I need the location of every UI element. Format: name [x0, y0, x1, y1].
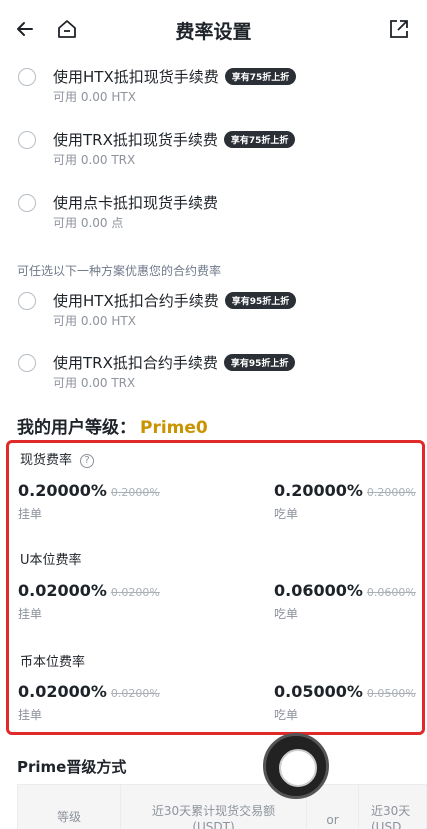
table-header-col4: 近30天 (USD: [371, 804, 411, 829]
radio-button[interactable]: [18, 68, 36, 86]
available-balance: 可用 0.00 点: [53, 216, 124, 230]
maker-label: 挂单: [18, 607, 43, 621]
option-label: 使用HTX抵扣现货手续费: [53, 68, 219, 86]
usdt-taker-rate: 0.06000% 0.0600%: [274, 581, 416, 600]
discount-badge: 享有95折上折: [223, 354, 296, 371]
usdt-maker-rate: 0.02000% 0.0200%: [18, 581, 160, 600]
available-balance: 可用 0.00 TRX: [53, 376, 136, 390]
original-rate: 0.0200%: [110, 586, 160, 599]
prime-level-table: 等级 近30天累计现货交易额 (USDT) or 近30天 (USD: [17, 784, 427, 829]
user-level: 我的用户等级： Prime0: [17, 413, 208, 438]
table-header-level: 等级: [18, 785, 121, 829]
contract-option-htx[interactable]: 使用HTX抵扣合约手续费 享有95折上折 可用 0.00 HTX: [0, 290, 427, 336]
available-balance: 可用 0.00 HTX: [53, 90, 136, 104]
user-level-value: Prime0: [140, 418, 208, 438]
discount-badge: 享有75折上折: [224, 68, 297, 85]
option-label: 使用TRX抵扣合约手续费: [53, 354, 218, 372]
radio-button[interactable]: [18, 354, 36, 372]
fee-rate-panel: 现货费率? 0.20000% 0.2000% 挂单 0.20000% 0.2000%…: [6, 440, 425, 735]
top-bar: 费率设置: [0, 0, 427, 58]
maker-label: 挂单: [18, 507, 43, 521]
original-rate: 0.0500%: [366, 687, 416, 700]
original-rate: 0.0600%: [366, 586, 416, 599]
discount-badge: 享有95折上折: [224, 292, 297, 309]
spot-option-point-card[interactable]: 使用点卡抵扣现货手续费 可用 0.00 点: [0, 192, 427, 238]
taker-label: 吃单: [274, 607, 299, 621]
spot-fee-title: 现货费率?: [20, 449, 95, 468]
coin-maker-rate: 0.02000% 0.0200%: [18, 682, 160, 701]
original-rate: 0.0200%: [110, 687, 160, 700]
spot-option-htx[interactable]: 使用HTX抵扣现货手续费 享有75折上折 可用 0.00 HTX: [0, 66, 427, 112]
spot-maker-rate: 0.20000% 0.2000%: [18, 481, 160, 500]
radio-button[interactable]: [18, 292, 36, 310]
option-label: 使用TRX抵扣现货手续费: [53, 131, 218, 149]
taker-label: 吃单: [274, 708, 299, 722]
taker-label: 吃单: [274, 507, 299, 521]
option-label: 使用点卡抵扣现货手续费: [53, 194, 219, 212]
coin-futures-fee-title: 币本位费率: [20, 655, 86, 670]
share-icon[interactable]: [387, 17, 411, 41]
contract-option-trx[interactable]: 使用TRX抵扣合约手续费 享有95折上折 可用 0.00 TRX: [0, 352, 427, 398]
original-rate: 0.2000%: [366, 486, 416, 499]
coin-taker-rate: 0.05000% 0.0500%: [274, 682, 416, 701]
radio-button[interactable]: [18, 131, 36, 149]
floating-assistive-button[interactable]: [263, 733, 329, 799]
option-label: 使用HTX抵扣合约手续费: [53, 292, 219, 310]
usdt-futures-fee-title: U本位费率: [20, 553, 82, 568]
user-level-label: 我的用户等级：: [17, 418, 136, 438]
page-title: 费率设置: [175, 21, 252, 43]
maker-label: 挂单: [18, 708, 43, 722]
discount-badge: 享有75折上折: [223, 131, 296, 148]
contract-note: 可任选以下一种方案优惠您的合约费率: [17, 264, 222, 278]
spot-taker-rate: 0.20000% 0.2000%: [274, 481, 416, 500]
help-icon[interactable]: ?: [80, 454, 95, 468]
available-balance: 可用 0.00 TRX: [53, 153, 136, 167]
original-rate: 0.2000%: [110, 486, 160, 499]
spot-option-trx[interactable]: 使用TRX抵扣现货手续费 享有75折上折 可用 0.00 TRX: [0, 129, 427, 175]
prime-upgrade-title: Prime晋级方式: [17, 758, 127, 776]
available-balance: 可用 0.00 HTX: [53, 314, 136, 328]
radio-button[interactable]: [18, 194, 36, 212]
